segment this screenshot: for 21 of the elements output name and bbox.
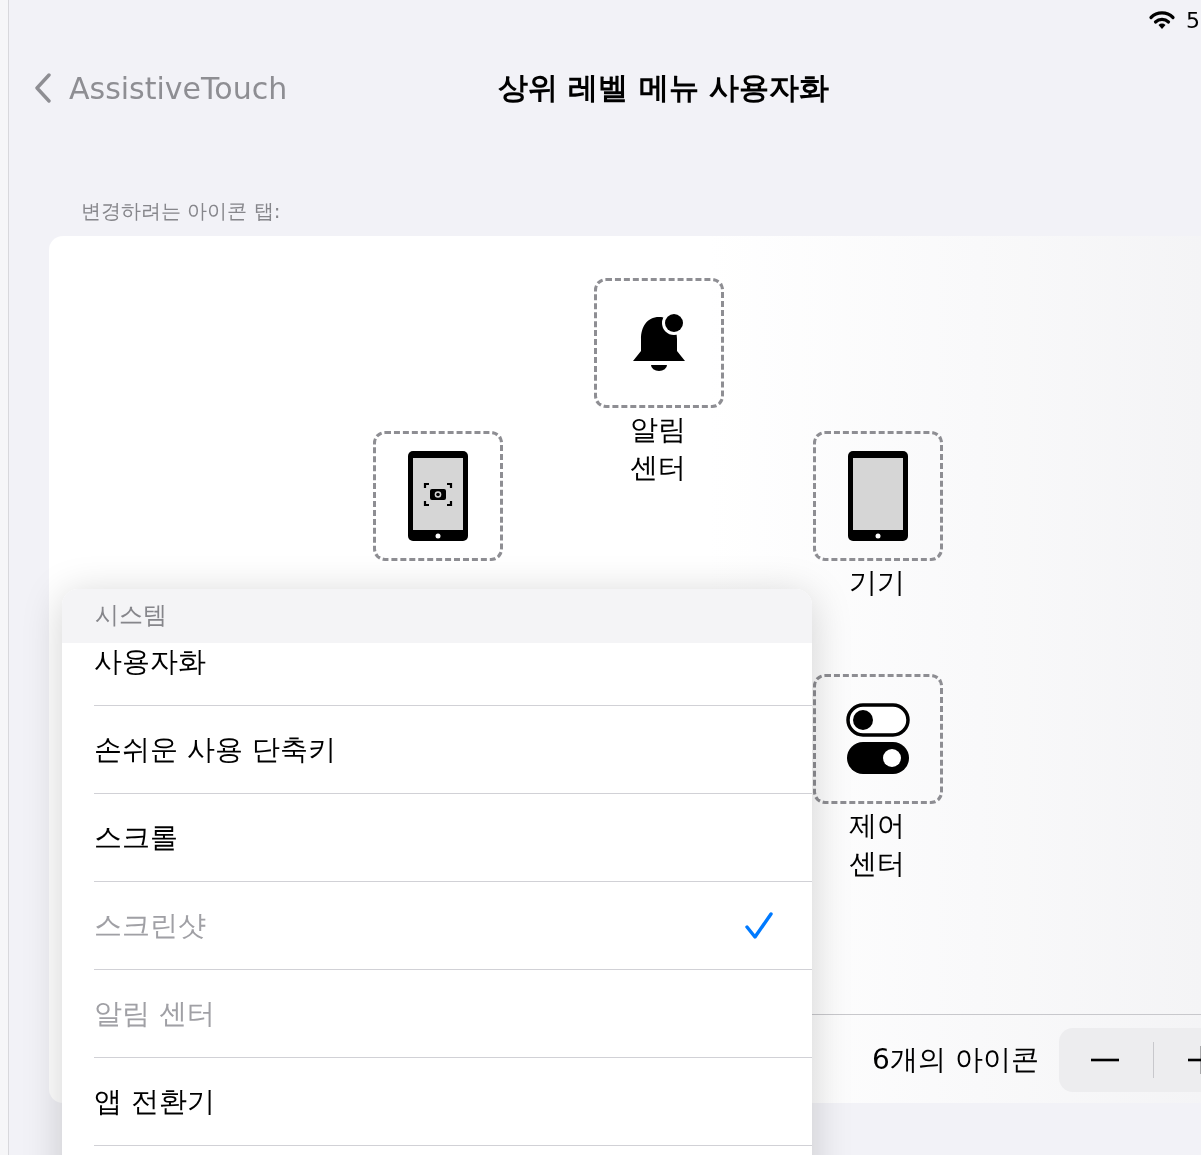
minus-icon[interactable]	[1090, 1057, 1119, 1062]
icon-slot[interactable]	[594, 278, 724, 408]
icon-slot[interactable]	[813, 431, 943, 561]
menu-header: 시스템	[62, 589, 812, 643]
tablet-icon	[847, 450, 909, 542]
section-label: 변경하려는 아이콘 탭:	[80, 198, 282, 222]
icon-count: 6개의 아이콘	[872, 1041, 1039, 1078]
menu-item[interactable]: 스크롤	[94, 794, 812, 882]
icon-label: 기기	[848, 565, 906, 601]
menu-item[interactable]: 손쉬운 사용 단축키	[94, 706, 812, 794]
icon-slot[interactable]	[813, 674, 943, 804]
battery-percent: 5	[1186, 7, 1200, 33]
back-chevron-icon	[35, 73, 51, 103]
menu-item[interactable]: 앱 전환기	[94, 1058, 812, 1146]
icon-slot[interactable]	[373, 431, 503, 561]
toggles-icon	[846, 703, 910, 775]
icon-label: 알림 센터	[629, 412, 687, 486]
wifi-icon	[1148, 10, 1176, 30]
page-title: 상위 레벨 메뉴 사용자화	[498, 68, 830, 107]
icon-label: 제어 센터	[848, 808, 906, 882]
tablet-camera-icon	[407, 450, 469, 542]
